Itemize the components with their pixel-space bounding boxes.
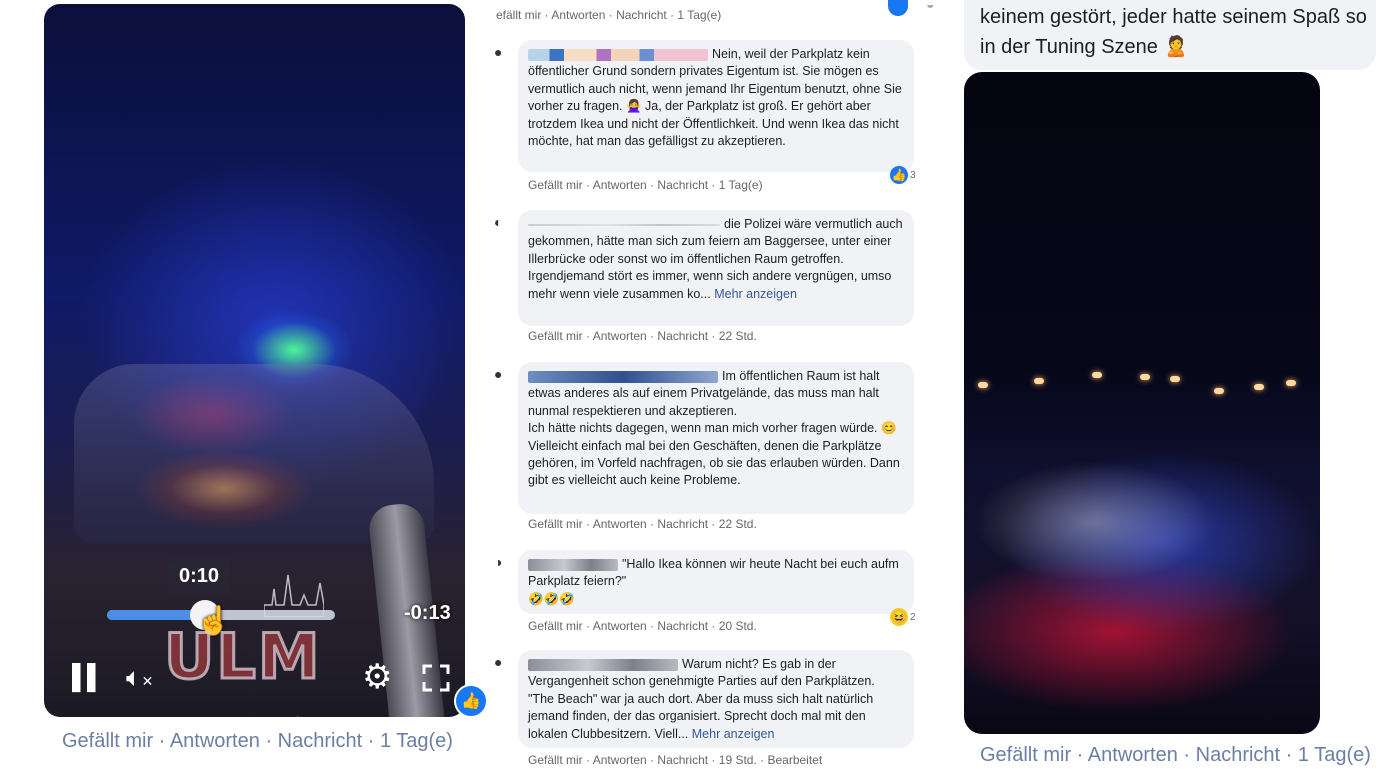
comment-bubble: die Polizei wäre vermutlich auch gekomme… [518, 210, 914, 326]
comments-column: efällt mir · Antworten · Nachricht · 1 T… [490, 0, 918, 774]
like-link[interactable]: Gefällt mir [980, 744, 1071, 766]
author-name-blurred[interactable] [528, 658, 678, 671]
edited-label: Bearbeitet [767, 753, 823, 767]
separator: · [367, 730, 375, 752]
comment-actions: efällt mir · Antworten · Nachricht · 1 T… [496, 8, 722, 22]
reply-link[interactable]: Antworten [593, 517, 647, 531]
street-light [1254, 384, 1264, 390]
like-link[interactable]: Gefällt mir [528, 517, 583, 531]
left-video-player[interactable]: 0:10 ☝ -0:13 ULM ▌▌ 🔈︎✕ ⚙ ︿ [44, 4, 465, 717]
author-name-blurred[interactable] [528, 370, 718, 383]
show-more-link[interactable]: Mehr anzeigen [692, 727, 775, 741]
comment-text: Im öffentlichen Raum ist halt etwas ande… [528, 369, 900, 488]
like-link[interactable]: Gefällt mir [528, 329, 583, 343]
comment-bubble: Warum nicht? Es gab in der Vergangenheit… [518, 650, 914, 748]
ulm-watermark: ULM [163, 619, 322, 695]
street-light [1140, 374, 1150, 380]
comment-bubble: "Hallo Ikea können wir heute Nacht bei e… [518, 550, 914, 614]
message-link[interactable]: Nachricht [657, 178, 708, 192]
timestamp: 1 Tag(e) [718, 178, 763, 192]
message-link[interactable]: Nachricht [1196, 744, 1280, 766]
comment-actions: Gefällt mir · Antworten · Nachricht · 22… [528, 329, 757, 343]
reply-link[interactable]: Antworten [593, 329, 647, 343]
reply-link[interactable]: Antworten [551, 8, 605, 22]
right-comment-actions: Gefällt mir · Antworten · Nachricht · 1 … [980, 744, 1371, 766]
reply-link[interactable]: Antworten [1088, 744, 1178, 766]
separator: · [158, 730, 166, 752]
reaction-count: 2 [910, 612, 916, 623]
reply-link[interactable]: Antworten [593, 619, 647, 633]
chevron-up-icon[interactable]: ︿ [290, 702, 306, 717]
timestamp: 1 Tag(e) [1297, 744, 1371, 766]
street-light [1286, 380, 1296, 386]
timestamp: 1 Tag(e) [379, 730, 453, 752]
volume-muted-icon[interactable]: 🔈︎✕ [126, 664, 153, 690]
avatar: ◒ [926, 0, 935, 12]
avatar: ● [494, 44, 503, 60]
comment-actions: Gefällt mir · Antworten · Nachricht · 1 … [528, 178, 763, 192]
current-time-tooltip: 0:10 [168, 558, 230, 594]
street-light [1092, 372, 1102, 378]
remaining-time: -0:13 [404, 602, 451, 624]
pause-icon[interactable]: ▌▌ [72, 666, 104, 690]
message-link[interactable]: Nachricht [657, 753, 708, 767]
author-name-blurred[interactable] [528, 558, 618, 571]
avatar: ● [494, 366, 503, 382]
comment-actions: Gefällt mir · Antworten · Nachricht · 19… [528, 753, 823, 767]
reaction-count: 3 [910, 170, 916, 181]
like-link[interactable]: efällt mir [496, 8, 541, 22]
like-reaction-icon: 👍 [454, 684, 488, 718]
show-more-link[interactable]: Mehr anzeigen [714, 287, 797, 301]
comment-text: keinem gestört, jeder hatte seinem Spaß … [980, 6, 1367, 58]
reply-link[interactable]: Antworten [593, 753, 647, 767]
author-name-blurred[interactable] [528, 48, 708, 61]
reply-link[interactable]: Antworten [170, 730, 260, 752]
reply-link[interactable]: Antworten [593, 178, 647, 192]
timestamp: 1 Tag(e) [677, 8, 722, 22]
message-link[interactable]: Nachricht [657, 517, 708, 531]
message-link[interactable]: Nachricht [657, 619, 708, 633]
comment-actions: Gefällt mir · Antworten · Nachricht · 20… [528, 619, 757, 633]
message-link[interactable]: Nachricht [657, 329, 708, 343]
timestamp: 22 Std. [718, 517, 757, 531]
haha-reaction-icon[interactable]: 😆 [890, 608, 908, 626]
comment-text: Nein, weil der Parkplatz kein öffentlich… [528, 47, 902, 149]
like-link[interactable]: Gefällt mir [528, 753, 583, 767]
comment-bubble: Nein, weil der Parkplatz kein öffentlich… [518, 40, 914, 172]
like-reaction-icon[interactable]: 👍 [890, 166, 908, 184]
message-link[interactable]: Nachricht [278, 730, 362, 752]
timestamp: 22 Std. [718, 329, 757, 343]
author-name-blurred[interactable] [528, 223, 720, 226]
avatar: ◐ [494, 214, 503, 230]
fullscreen-icon[interactable] [422, 664, 450, 696]
comment-bubble: Im öffentlichen Raum ist halt etwas ande… [518, 362, 914, 514]
left-comment-actions: Gefällt mir · Antworten · Nachricht · 1 … [62, 730, 453, 753]
avatar: ● [494, 654, 503, 670]
timestamp: 19 Std. [718, 753, 757, 767]
street-light [1034, 378, 1044, 384]
street-light [1170, 376, 1180, 382]
avatar: ◑ [494, 554, 503, 570]
like-link[interactable]: Gefällt mir [528, 178, 583, 192]
street-light [978, 382, 988, 388]
like-link[interactable]: Gefällt mir [528, 619, 583, 633]
comment-actions: Gefällt mir · Antworten · Nachricht · 22… [528, 517, 757, 531]
message-link[interactable]: Nachricht [616, 8, 667, 22]
right-video-player[interactable] [964, 72, 1320, 734]
like-reaction-icon [888, 0, 908, 16]
video-frame-lights [964, 372, 1320, 432]
street-light [1214, 388, 1224, 394]
like-link[interactable]: Gefällt mir [62, 730, 153, 752]
separator: · [265, 730, 273, 752]
timestamp: 20 Std. [718, 619, 757, 633]
gear-icon[interactable]: ⚙ [362, 660, 392, 694]
